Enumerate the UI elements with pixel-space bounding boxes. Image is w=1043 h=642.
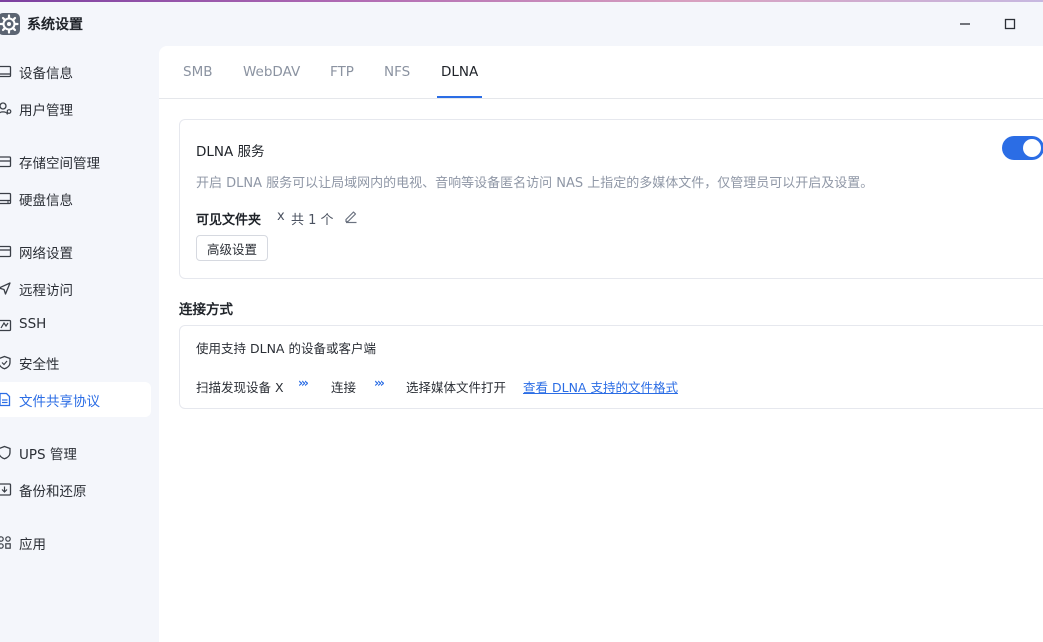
sidebar-item-label: 硬盘信息 (19, 193, 73, 209)
visible-folders-count: 共 1 个 (291, 213, 334, 228)
sidebar-item-label: SSH (19, 316, 47, 332)
remote-icon (0, 282, 11, 295)
sidebar-item-label: 应用 (19, 537, 46, 553)
sidebar-item-disk-info[interactable]: 硬盘信息 (0, 181, 151, 216)
step-arrow-icon: ››› (298, 376, 309, 390)
visible-folders-label: 可见文件夹 (196, 213, 262, 228)
storage-icon (0, 156, 12, 168)
device-icon (0, 65, 12, 78)
tab-webdav[interactable]: WebDAV (243, 64, 300, 80)
settings-gear-icon (0, 13, 20, 35)
network-icon (0, 245, 12, 258)
backup-icon (0, 483, 12, 496)
window-title: 系统设置 (27, 17, 83, 33)
sidebar-item-label: 设备信息 (19, 66, 73, 82)
ups-icon (0, 445, 11, 460)
edit-pencil-icon[interactable] (343, 208, 359, 224)
step-arrow-icon: ››› (374, 376, 385, 390)
tab-dlna[interactable]: DLNA (441, 64, 478, 80)
sidebar-item-network[interactable]: 网络设置 (0, 234, 151, 269)
visible-folders-x: x (277, 209, 285, 224)
step-scan-device: 扫描发现设备 X (196, 380, 284, 395)
toggle-knob (1023, 139, 1041, 157)
sidebar-item-user-management[interactable]: 用户管理 (0, 91, 151, 126)
title-bar: 系统设置 (0, 2, 1043, 46)
sidebar-item-label: 远程访问 (19, 283, 73, 299)
tab-smb[interactable]: SMB (183, 64, 212, 80)
step-open-media: 选择媒体文件打开 (406, 380, 507, 395)
tab-nfs[interactable]: NFS (384, 64, 410, 80)
active-tab-indicator (437, 96, 482, 98)
sidebar-item-label: UPS 管理 (19, 447, 77, 463)
sidebar-item-backup[interactable]: 备份和还原 (0, 472, 151, 507)
sidebar-item-security[interactable]: 安全性 (0, 345, 151, 380)
sidebar: 设备信息 用户管理 存储空间管理 硬盘信息 网络设置 远程访问 SSH 安全性 … (0, 46, 159, 642)
apps-icon (0, 536, 11, 549)
sidebar-item-ups[interactable]: UPS 管理 (0, 435, 151, 470)
protocol-tabs: SMB WebDAV FTP NFS DLNA (159, 46, 1043, 99)
connection-card-title: 使用支持 DLNA 的设备或客户端 (196, 341, 376, 356)
maximize-button[interactable] (996, 10, 1024, 38)
sidebar-item-label: 存储空间管理 (19, 156, 100, 172)
sidebar-item-file-sharing[interactable]: 文件共享协议 (0, 382, 151, 417)
connection-card: 使用支持 DLNA 的设备或客户端 扫描发现设备 X ››› 连接 ››› 选择… (179, 325, 1043, 409)
dlna-service-description: 开启 DLNA 服务可以让局域网内的电视、音响等设备匿名访问 NAS 上指定的多… (196, 176, 874, 191)
user-icon (0, 102, 12, 115)
sidebar-item-storage[interactable]: 存储空间管理 (0, 144, 151, 179)
sidebar-item-label: 用户管理 (19, 103, 73, 119)
tab-ftp[interactable]: FTP (330, 64, 354, 80)
step-connect: 连接 (331, 380, 357, 395)
main-panel: SMB WebDAV FTP NFS DLNA DLNA 服务 开启 DLNA … (159, 46, 1043, 642)
minimize-icon (960, 23, 970, 25)
sidebar-item-label: 安全性 (19, 357, 60, 373)
shield-icon (0, 355, 11, 370)
dlna-service-title: DLNA 服务 (196, 144, 265, 160)
disk-icon (0, 192, 12, 205)
dlna-service-toggle[interactable] (1002, 136, 1043, 160)
ssh-icon (0, 319, 12, 332)
sidebar-item-device-info[interactable]: 设备信息 (0, 54, 151, 89)
sidebar-item-label: 文件共享协议 (19, 394, 100, 410)
connection-section-title: 连接方式 (179, 302, 233, 318)
sidebar-item-remote-access[interactable]: 远程访问 (0, 271, 151, 306)
dlna-service-card: DLNA 服务 开启 DLNA 服务可以让局域网内的电视、音响等设备匿名访问 N… (179, 119, 1043, 279)
sidebar-item-label: 备份和还原 (19, 484, 87, 500)
sidebar-item-apps[interactable]: 应用 (0, 525, 151, 560)
advanced-settings-button[interactable]: 高级设置 (196, 235, 268, 261)
sidebar-item-label: 网络设置 (19, 246, 73, 262)
dlna-formats-link[interactable]: 查看 DLNA 支持的文件格式 (523, 377, 678, 396)
sidebar-item-ssh[interactable]: SSH (0, 308, 151, 343)
maximize-icon (1004, 18, 1016, 30)
minimize-button[interactable] (951, 10, 979, 38)
file-share-icon (0, 392, 11, 407)
